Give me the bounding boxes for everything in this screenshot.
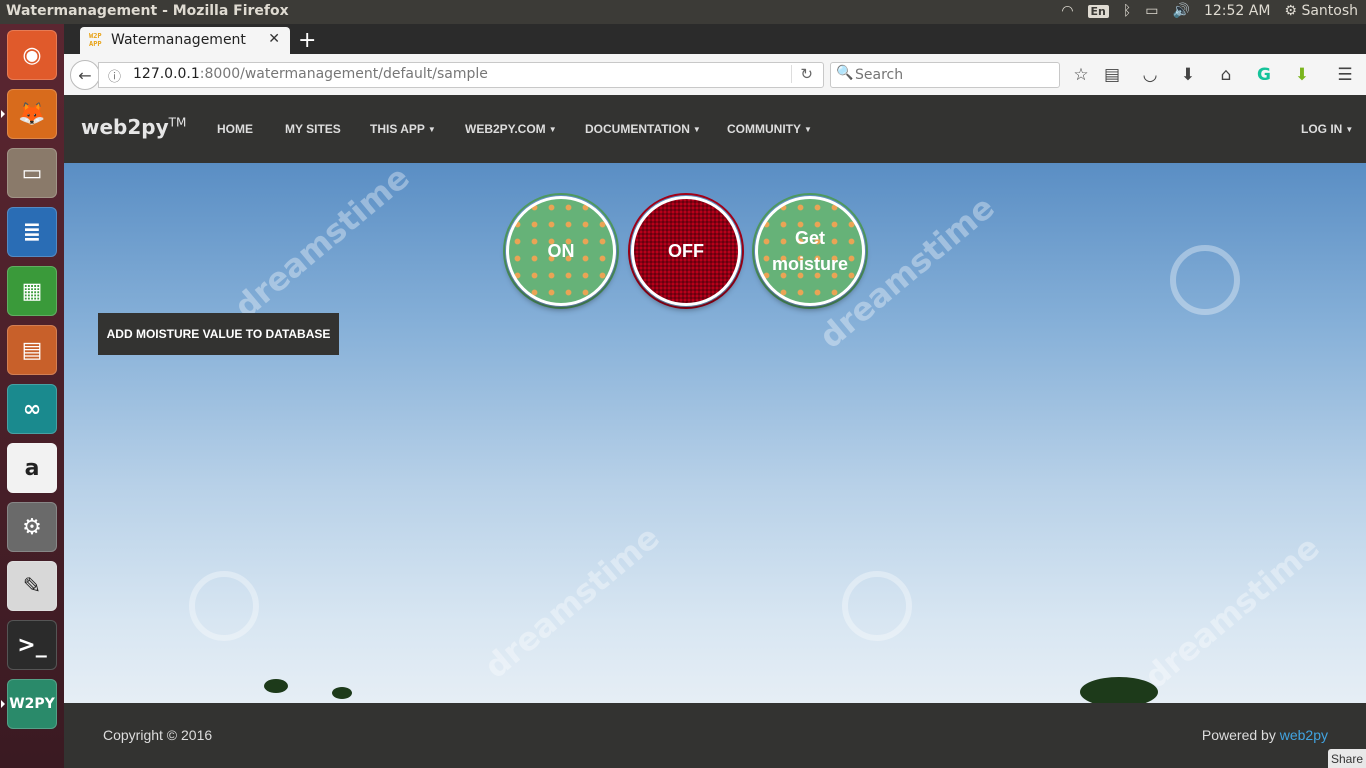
palm-tree <box>332 687 352 699</box>
window-title: Watermanagement - Mozilla Firefox <box>6 3 289 19</box>
gear-icon: ⚙ <box>1284 3 1297 19</box>
close-tab-icon[interactable]: ✕ <box>268 31 280 47</box>
user-name: Santosh <box>1301 3 1358 19</box>
watermark-text: dreamstime <box>1137 528 1327 696</box>
nav-web2py-com[interactable]: WEB2PY.COM ▼ <box>465 122 557 136</box>
web-page: dreamstime dreamstime dreamstime dreamst… <box>64 95 1366 768</box>
watermark-text: dreamstime <box>477 518 667 686</box>
search-input[interactable] <box>853 64 1057 86</box>
files-icon[interactable]: ▭ <box>7 148 57 198</box>
watermark-swirl <box>842 571 912 641</box>
arrow-left-icon: ← <box>78 65 92 85</box>
watermark-swirl <box>1170 245 1240 315</box>
search-icon: 🔍 <box>836 65 854 81</box>
web2py-link[interactable]: web2py <box>1280 727 1328 743</box>
nav-documentation[interactable]: DOCUMENTATION ▼ <box>585 122 701 136</box>
system-tray: ◠ En ᛒ ▭ 🔊 12:52 AM ⚙ Santosh <box>1061 3 1358 19</box>
hamburger-menu-icon[interactable]: ☰ <box>1333 63 1357 87</box>
bookmark-star-icon[interactable]: ☆ <box>1069 63 1093 87</box>
bluetooth-icon[interactable]: ᛒ <box>1123 3 1131 19</box>
share-button[interactable]: Share <box>1328 749 1366 768</box>
nav-this-app-label: THIS APP <box>370 122 425 136</box>
grammarly-icon[interactable]: G <box>1252 63 1276 87</box>
nav-this-app[interactable]: THIS APP ▼ <box>370 122 436 136</box>
writer-icon[interactable]: ≣ <box>7 207 57 257</box>
caret-down-icon: ▼ <box>548 125 557 134</box>
terminal-icon[interactable]: >_ <box>7 620 57 670</box>
web2py-favicon-icon: W2P APP <box>89 32 102 48</box>
caret-down-icon: ▼ <box>692 125 701 134</box>
reload-icon[interactable]: ↻ <box>791 65 813 83</box>
site-footer: Copyright © 2016 Powered by web2py <box>64 703 1366 768</box>
brand-logo[interactable]: web2pyTM <box>81 115 186 139</box>
ubuntu-dash-icon[interactable]: ◉ <box>7 30 57 80</box>
battery-icon[interactable]: ▭ <box>1145 3 1158 19</box>
search-box[interactable]: 🔍 <box>830 62 1060 88</box>
impress-icon[interactable]: ▤ <box>7 325 57 375</box>
background-image: dreamstime dreamstime dreamstime dreamst… <box>64 158 1366 707</box>
tab-title: Watermanagement <box>111 32 246 48</box>
nav-web2py-com-label: WEB2PY.COM <box>465 122 546 136</box>
download-helper-icon[interactable]: ⬇ <box>1290 63 1314 87</box>
caret-down-icon: ▼ <box>804 125 812 134</box>
clock[interactable]: 12:52 AM <box>1204 3 1270 19</box>
downloads-icon[interactable]: ⬇ <box>1176 63 1200 87</box>
powered-by: Powered by web2py <box>1202 727 1328 743</box>
new-tab-button[interactable]: + <box>298 28 318 53</box>
powered-by-prefix: Powered by <box>1201 727 1280 743</box>
url-bar[interactable]: ⓘ 127.0.0.1:8000/watermanagement/default… <box>98 62 824 88</box>
nav-community[interactable]: COMMUNITY ▼ <box>727 122 812 136</box>
text-editor-icon[interactable]: ✎ <box>7 561 57 611</box>
calc-icon[interactable]: ▦ <box>7 266 57 316</box>
pocket-icon[interactable]: ◡ <box>1138 63 1162 87</box>
reading-list-icon[interactable]: ▤ <box>1100 63 1124 87</box>
caret-down-icon: ▼ <box>1345 125 1354 134</box>
nav-login-label: LOG IN <box>1301 122 1343 136</box>
copyright-text: Copyright © 2016 <box>103 727 213 743</box>
nav-login[interactable]: LOG IN ▼ <box>1301 122 1353 136</box>
nav-documentation-label: DOCUMENTATION <box>585 122 690 136</box>
system-top-panel: Watermanagement - Mozilla Firefox ◠ En ᛒ… <box>0 0 1366 24</box>
system-settings-icon[interactable]: ⚙ <box>7 502 57 552</box>
get-moisture-button[interactable]: Get moisture <box>755 196 865 306</box>
nav-my-sites[interactable]: MY SITES <box>285 122 341 136</box>
wifi-icon[interactable]: ◠ <box>1061 3 1073 19</box>
web2py-icon[interactable]: W2PY <box>1 679 57 729</box>
arduino-icon[interactable]: ∞ <box>7 384 57 434</box>
info-icon[interactable]: ⓘ <box>108 66 121 85</box>
palm-tree <box>264 679 288 693</box>
url-text[interactable]: 127.0.0.1:8000/watermanagement/default/s… <box>133 66 488 82</box>
brand-trademark: TM <box>168 115 187 130</box>
running-indicator <box>1 700 5 708</box>
user-menu[interactable]: ⚙ Santosh <box>1284 3 1358 19</box>
ubuntu-launcher: ◉ 🦊 ▭ ≣ ▦ ▤ ∞ a ⚙ ✎ >_ W2PY <box>0 24 64 768</box>
running-indicator <box>1 110 5 118</box>
off-button[interactable]: OFF <box>631 196 741 306</box>
home-icon[interactable]: ⌂ <box>1214 63 1238 87</box>
url-path: :8000/watermanagement/default/sample <box>199 66 488 82</box>
site-navbar: web2pyTM HOME MY SITES THIS APP ▼ WEB2PY.… <box>64 95 1366 163</box>
keyboard-layout-indicator[interactable]: En <box>1087 4 1109 18</box>
nav-home[interactable]: HOME <box>217 122 253 136</box>
volume-icon[interactable]: 🔊 <box>1173 3 1190 19</box>
nav-community-label: COMMUNITY <box>727 122 801 136</box>
browser-tab-active[interactable]: W2P APP Watermanagement ✕ <box>80 27 290 54</box>
caret-down-icon: ▼ <box>427 125 436 134</box>
watermark-swirl <box>189 571 259 641</box>
back-button[interactable]: ← <box>70 60 100 90</box>
add-moisture-value-button[interactable]: ADD MOISTURE VALUE TO DATABASE <box>98 313 339 355</box>
watermark-text: dreamstime <box>227 158 417 326</box>
firefox-icon[interactable]: 🦊 <box>1 89 57 139</box>
url-host: 127.0.0.1 <box>133 66 200 82</box>
amazon-icon[interactable]: a <box>7 443 57 493</box>
brand-name: web2py <box>81 115 169 139</box>
on-button[interactable]: ON <box>506 196 616 306</box>
